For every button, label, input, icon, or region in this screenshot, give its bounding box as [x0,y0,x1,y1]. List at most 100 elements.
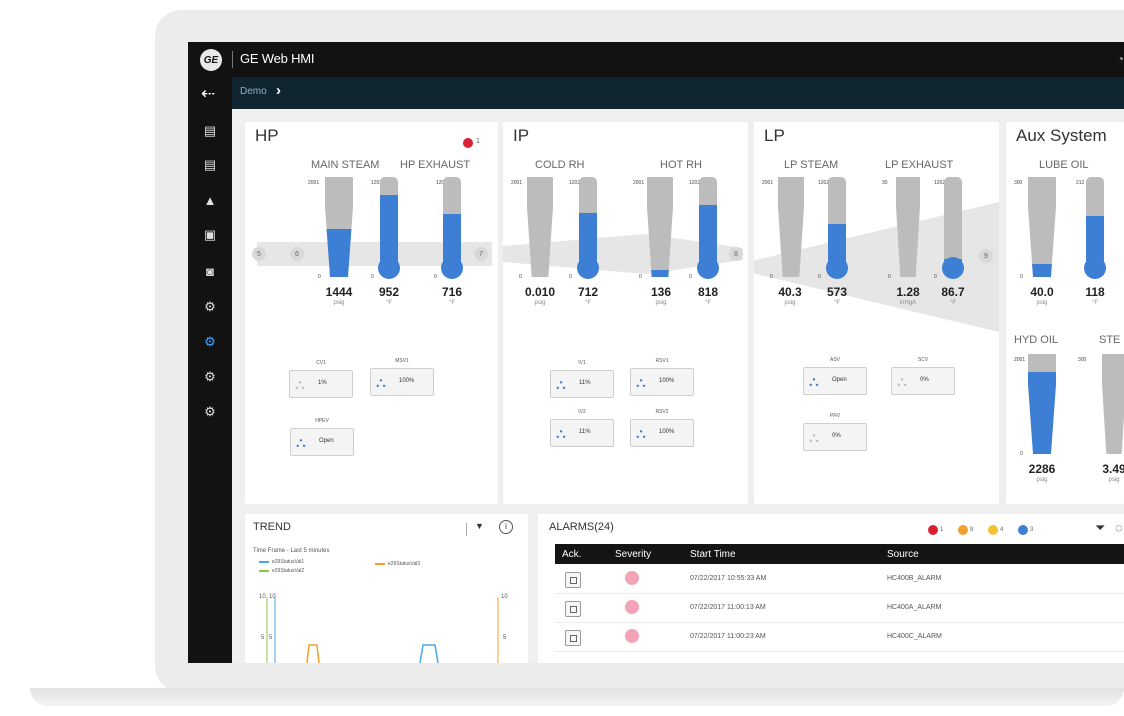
legend-swatch [259,560,269,563]
alert-icon[interactable]: ▲ [202,192,218,208]
valve-name: MSV1 [395,358,409,364]
laptop-base [30,688,1124,706]
back-arrow-icon[interactable]: ⇠ [201,84,215,104]
column-header-severity[interactable]: Severity [615,549,651,560]
gauge-min: 0 [689,274,692,280]
severity-icon [625,571,639,585]
gauge-unit: psig [1036,477,1048,483]
ack-checkbox[interactable] [565,630,581,646]
valve-icon: ⛬ [376,374,386,390]
database-icon[interactable]: ▤ [202,157,218,173]
image-icon[interactable]: ▣ [202,227,218,243]
chart-icon[interactable]: ◙ [202,263,218,279]
sidebar: ⇠ ▤ ▤ ▲ ▣ ◙ ⚙ ⚙ ⚙ ⚙ [188,77,232,663]
gauge-unit: psig [1108,477,1120,483]
title-separator [232,51,233,68]
high-alarm-icon[interactable] [958,525,968,535]
alarm-badge-icon[interactable] [463,138,473,148]
gauge-min: 0 [434,274,437,280]
panel-title: Aux System [1016,126,1107,145]
alarm-source: HC400C_ALARM [887,633,942,640]
panel-title: IP [513,126,530,145]
alarm-row[interactable]: 07/22/2017 11:00:23 AM HC400C_ALARM [555,623,1124,652]
valve-value: 1% [318,380,327,386]
gauge-min: 0 [569,274,572,280]
gauge-vessel [778,177,804,277]
gauge-unit: °F [704,300,712,306]
gauge-level [325,229,353,277]
valve-widget[interactable]: MSV1 ⛬ 100% [370,358,434,396]
column-header-start-time[interactable]: Start Time [690,549,736,560]
info-icon[interactable]: i [499,520,513,534]
gauge-vessel [527,177,553,277]
low-alarm-icon[interactable] [1018,525,1028,535]
gears-icon[interactable]: ⚙ [202,369,218,385]
valve-widget[interactable]: IV2 ⛬ 11% [550,409,614,447]
temperature-gauge: 1202 0 712 °F [555,177,615,327]
legend-label: e29StatusVal2 [272,568,305,574]
valve-widget[interactable]: HPEV ⛬ Open [290,418,354,456]
gears-icon[interactable]: ⚙ [202,334,218,350]
alarm-source: HC400A_ALARM [887,604,942,611]
gauge-min: 0 [888,274,891,280]
temperature-gauge: 1202 0 86.7 °F [920,177,980,327]
valve-icon: ⛬ [636,425,646,441]
chevron-right-icon[interactable]: › [276,82,281,99]
alarm-count: 1 [476,138,480,145]
database-icon[interactable]: ▤ [202,123,218,139]
alarm-row[interactable]: 07/22/2017 10:55:33 AM HC400B_ALARM [555,565,1124,594]
axis-tick-label: 10 [259,594,266,600]
filter-icon[interactable]: ⏷ [1095,520,1105,536]
valve-value: 11% [579,380,591,386]
valve-widget[interactable]: RSV2 ⛬ 100% [630,409,694,447]
ack-checkbox[interactable] [565,601,581,617]
valve-widget[interactable]: PRV ⛬ 0% [803,413,867,451]
gears-icon[interactable]: ⚙ [202,299,218,315]
hp-panel: HP 1 MAIN STEAM HP EXHAUST 5 6 7 2001 0 … [245,122,498,504]
alarm-row[interactable]: 07/22/2017 11:00:13 AM HC400A_ALARM [555,594,1124,623]
gauge-value: 40.0 [1030,285,1054,299]
valve-widget[interactable]: ASV ⛬ Open [803,357,867,395]
axis-tick-label: 5 [503,635,507,641]
valve-icon: ⛬ [809,429,819,445]
valve-value: 100% [399,378,415,384]
critical-alarm-icon[interactable] [928,525,938,535]
valve-icon: ⛬ [897,373,907,389]
gauge-vessel [896,177,920,277]
ack-checkbox[interactable] [565,572,581,588]
valve-widget[interactable]: SCV ⛬ 0% [891,357,955,395]
pressure-gauge: 2001 0 0.010 psig [503,177,563,327]
legend-item: e29StatusVal2 [259,568,304,574]
gauge-max: 212 [1076,180,1085,186]
valve-widget[interactable]: RSV1 ⛬ 100% [630,358,694,396]
dropdown-icon[interactable]: ▼ [475,521,484,531]
medium-alarm-icon[interactable] [988,525,998,535]
gears-icon[interactable]: ⚙ [202,404,218,420]
gauge-unit: °F [1091,300,1099,306]
series-line [419,644,439,663]
valve-widget[interactable]: CV1 ⛬ 1% [289,360,353,398]
temperature-gauge: 1202 0 573 °F [804,177,864,327]
user-icon[interactable]: ◔ [1117,52,1124,66]
trend-panel: TREND ▼ i Time Frame - Last 5 minutes e2… [245,514,528,663]
legend-item: e29StatusVal3 [375,561,420,567]
gauge-value: 118 [1085,285,1105,299]
valve-widget[interactable]: IV1 ⛬ 11% [550,360,614,398]
gauge-tube [579,177,597,265]
aux-panel: Aux System LUBE OIL HYD OIL STE 300 0 40… [1006,122,1124,504]
gauge-min: 0 [1020,274,1023,280]
column-header-source[interactable]: Source [887,549,919,560]
gauge-min: 0 [639,274,642,280]
legend-item: e29StatusVal1 [259,559,304,565]
settings-icon[interactable]: ◌ [1115,520,1123,535]
group-label-lp-exhaust: LP EXHAUST [885,159,954,171]
breadcrumb-item-demo[interactable]: Demo [240,86,267,97]
column-header-ack[interactable]: Ack. [562,549,581,560]
gauge-vessel [1028,354,1056,454]
top-bar: GE GE Web HMI ◔ [188,42,1124,77]
gauge-unit: °F [385,300,393,306]
alarm-start-time: 07/22/2017 11:00:23 AM [690,633,766,640]
group-label-steam: STE [1099,334,1121,346]
gauge-value: 573 [826,285,848,299]
group-label-main-steam: MAIN STEAM [311,159,380,171]
